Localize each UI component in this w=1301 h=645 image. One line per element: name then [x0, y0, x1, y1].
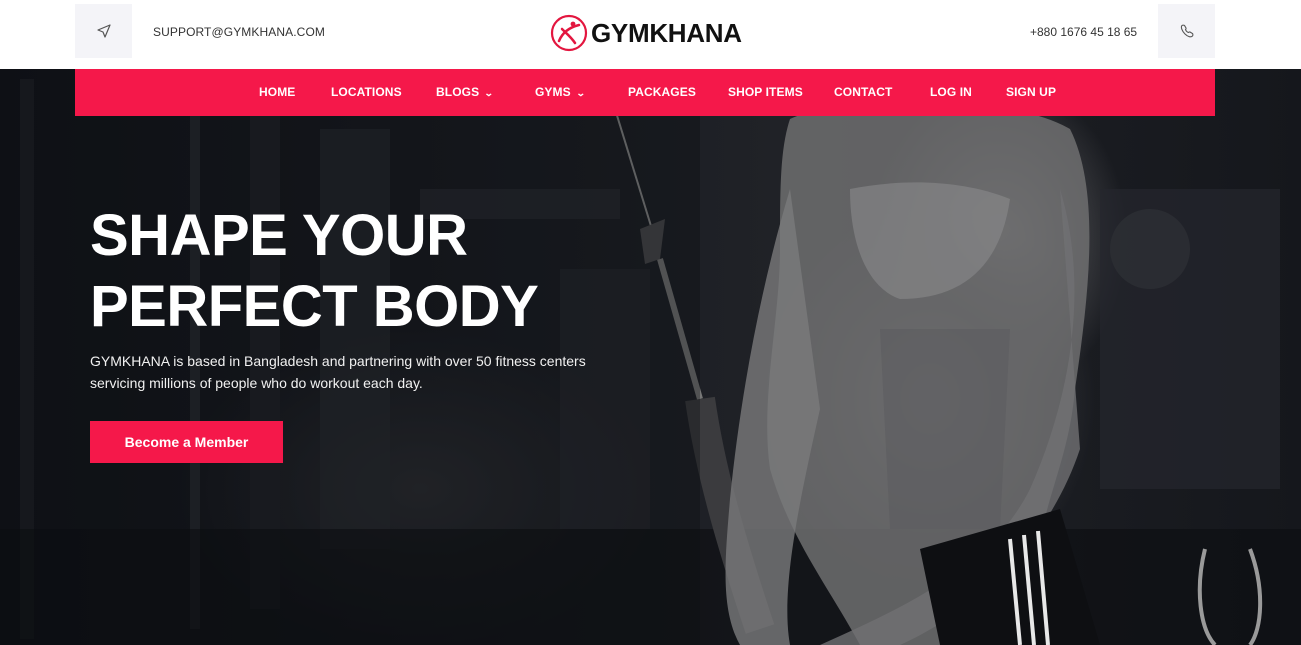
chevron-down-icon: ⌄ [575, 88, 586, 98]
nav-gyms[interactable]: GYMS ⌄ [535, 69, 586, 116]
hero-title-line1: SHAPE YOUR [90, 203, 468, 268]
hero-title-line2: PERFECT BODY [90, 274, 539, 339]
become-member-button[interactable]: Become a Member [90, 421, 283, 463]
nav-home[interactable]: HOME [259, 69, 295, 116]
main-navbar: HOME LOCATIONS BLOGS ⌄ GYMS ⌄ PACKAGES SHO… [75, 69, 1215, 116]
nav-log-in[interactable]: LOG IN [930, 69, 972, 116]
send-icon-box[interactable] [75, 4, 132, 58]
nav-blogs-label: BLOGS [436, 85, 480, 99]
phone-icon [1180, 24, 1193, 38]
nav-gyms-label: GYMS [535, 85, 571, 99]
nav-shop-items[interactable]: SHOP ITEMS [728, 69, 803, 116]
nav-packages[interactable]: PACKAGES [628, 69, 696, 116]
phone-icon-box[interactable] [1158, 4, 1215, 58]
logo-icon [550, 14, 588, 52]
chevron-down-icon: ⌄ [484, 88, 494, 98]
hero-title: SHAPE YOUR PERFECT BODY [90, 200, 539, 342]
nav-sign-up[interactable]: SIGN UP [1006, 69, 1056, 116]
nav-blogs[interactable]: BLOGS ⌄ [436, 69, 494, 116]
support-email-link[interactable]: SUPPORT@GYMKHANA.COM [153, 25, 325, 39]
top-bar: SUPPORT@GYMKHANA.COM GYMKHANA +880 1676 … [0, 0, 1301, 69]
nav-contact[interactable]: CONTACT [834, 69, 892, 116]
nav-locations[interactable]: LOCATIONS [331, 69, 402, 116]
hero-description-line2: servicing millions of people who do work… [90, 375, 423, 391]
phone-number[interactable]: +880 1676 45 18 65 [1030, 25, 1137, 39]
site-logo[interactable]: GYMKHANA [549, 10, 742, 56]
send-icon [96, 24, 111, 38]
hero-description-line1: GYMKHANA is based in Bangladesh and part… [90, 353, 586, 369]
logo-text: GYMKHANA [591, 17, 742, 48]
hero-description: GYMKHANA is based in Bangladesh and part… [90, 350, 650, 394]
